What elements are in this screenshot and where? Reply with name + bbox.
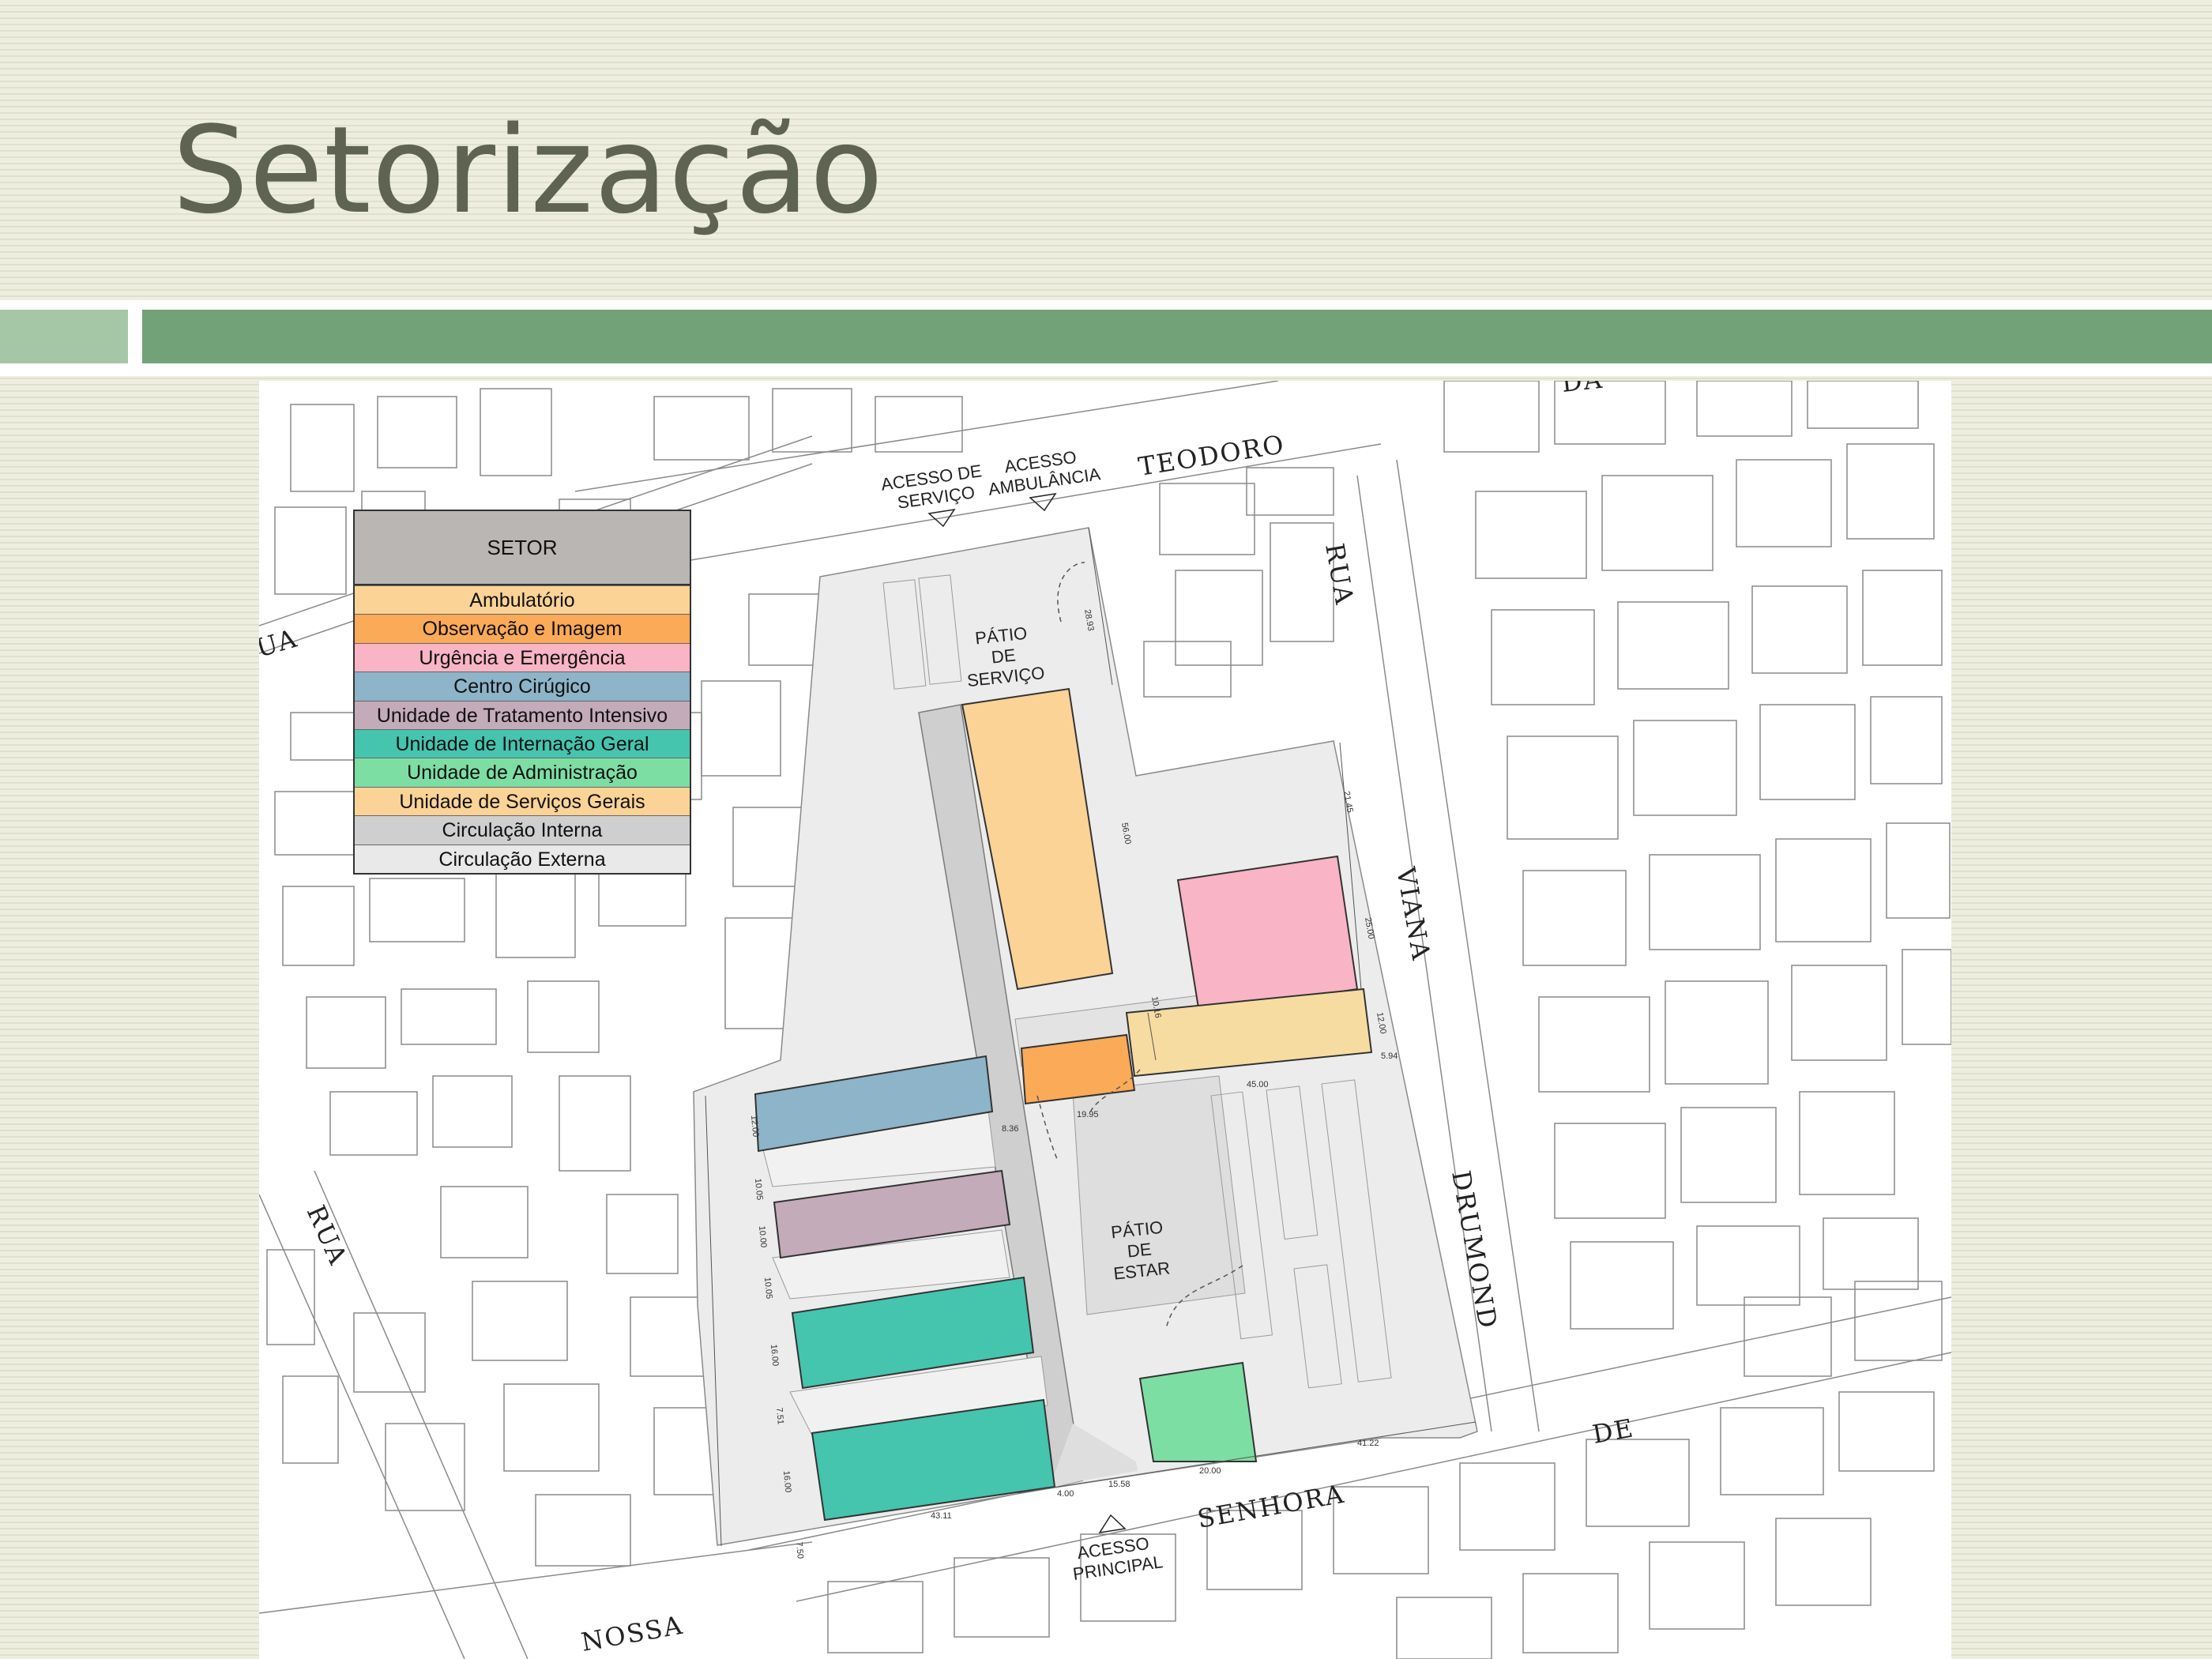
legend-label: Unidade de Tratamento Intensivo	[376, 704, 668, 727]
legend-label: Unidade de Internação Geral	[395, 732, 649, 755]
svg-text:10.05: 10.05	[753, 1178, 764, 1200]
svg-text:19.95: 19.95	[1077, 1110, 1099, 1119]
svg-text:5.94: 5.94	[1381, 1051, 1398, 1061]
svg-text:43.11: 43.11	[931, 1511, 952, 1521]
legend-label: Centro Cirúgico	[453, 675, 591, 698]
legend-row: Observação e Imagem	[355, 614, 690, 643]
svg-text:12.00: 12.00	[749, 1115, 760, 1137]
legend-row: Centro Cirúgico	[355, 672, 690, 701]
svg-text:10.05: 10.05	[762, 1277, 773, 1299]
sector-legend: SETOR Ambulatório Observação e Imagem Urgê…	[353, 510, 691, 875]
legend-label: Observação e Imagem	[422, 618, 623, 641]
legend-row: Unidade de Serviços Gerais	[355, 786, 690, 816]
svg-text:16.00: 16.00	[769, 1344, 780, 1366]
svg-text:20.00: 20.00	[1199, 1466, 1221, 1476]
svg-text:16.00: 16.00	[781, 1470, 792, 1492]
accent-bar-left	[0, 310, 128, 363]
legend-header: SETOR	[355, 511, 690, 585]
legend-row: Circulação Externa	[355, 844, 690, 873]
legend-label: Unidade de Serviços Gerais	[399, 790, 645, 813]
svg-text:10.00: 10.00	[757, 1225, 768, 1247]
slide-title: Setorização	[172, 100, 884, 240]
legend-row: Circulação Interna	[355, 815, 690, 845]
accent-bar-main	[142, 310, 2212, 363]
svg-text:41.22: 41.22	[1357, 1439, 1379, 1448]
svg-text:7.50: 7.50	[794, 1541, 805, 1559]
legend-row: Urgência e Emergência	[355, 642, 690, 672]
svg-text:15.58: 15.58	[1108, 1480, 1130, 1489]
svg-text:45.00: 45.00	[1247, 1080, 1269, 1089]
svg-text:DE: DE	[1127, 1240, 1153, 1262]
site-plan: 28.93 56.00 21.45 25.00 12.00 10.16 5.94…	[259, 381, 1951, 1659]
svg-text:4.00: 4.00	[1057, 1489, 1074, 1499]
building-urgencia-emergencia	[1176, 855, 1359, 1014]
legend-row: Unidade de Administração	[355, 758, 690, 787]
building-administracao	[1138, 1361, 1258, 1462]
legend-label: Unidade de Administração	[407, 762, 638, 784]
legend-row: Unidade de Internação Geral	[355, 728, 690, 758]
svg-text:DE: DE	[991, 645, 1017, 668]
legend-label: Ambulatório	[469, 589, 575, 611]
legend-row: Ambulatório	[355, 585, 690, 615]
legend-row: Unidade de Tratamento Intensivo	[355, 700, 690, 729]
legend-label: Circulação Externa	[438, 848, 606, 871]
svg-text:8.36: 8.36	[1002, 1124, 1018, 1134]
legend-label: Urgência e Emergência	[419, 646, 626, 669]
svg-text:7.51: 7.51	[774, 1407, 785, 1424]
legend-label: Circulação Interna	[442, 819, 603, 842]
